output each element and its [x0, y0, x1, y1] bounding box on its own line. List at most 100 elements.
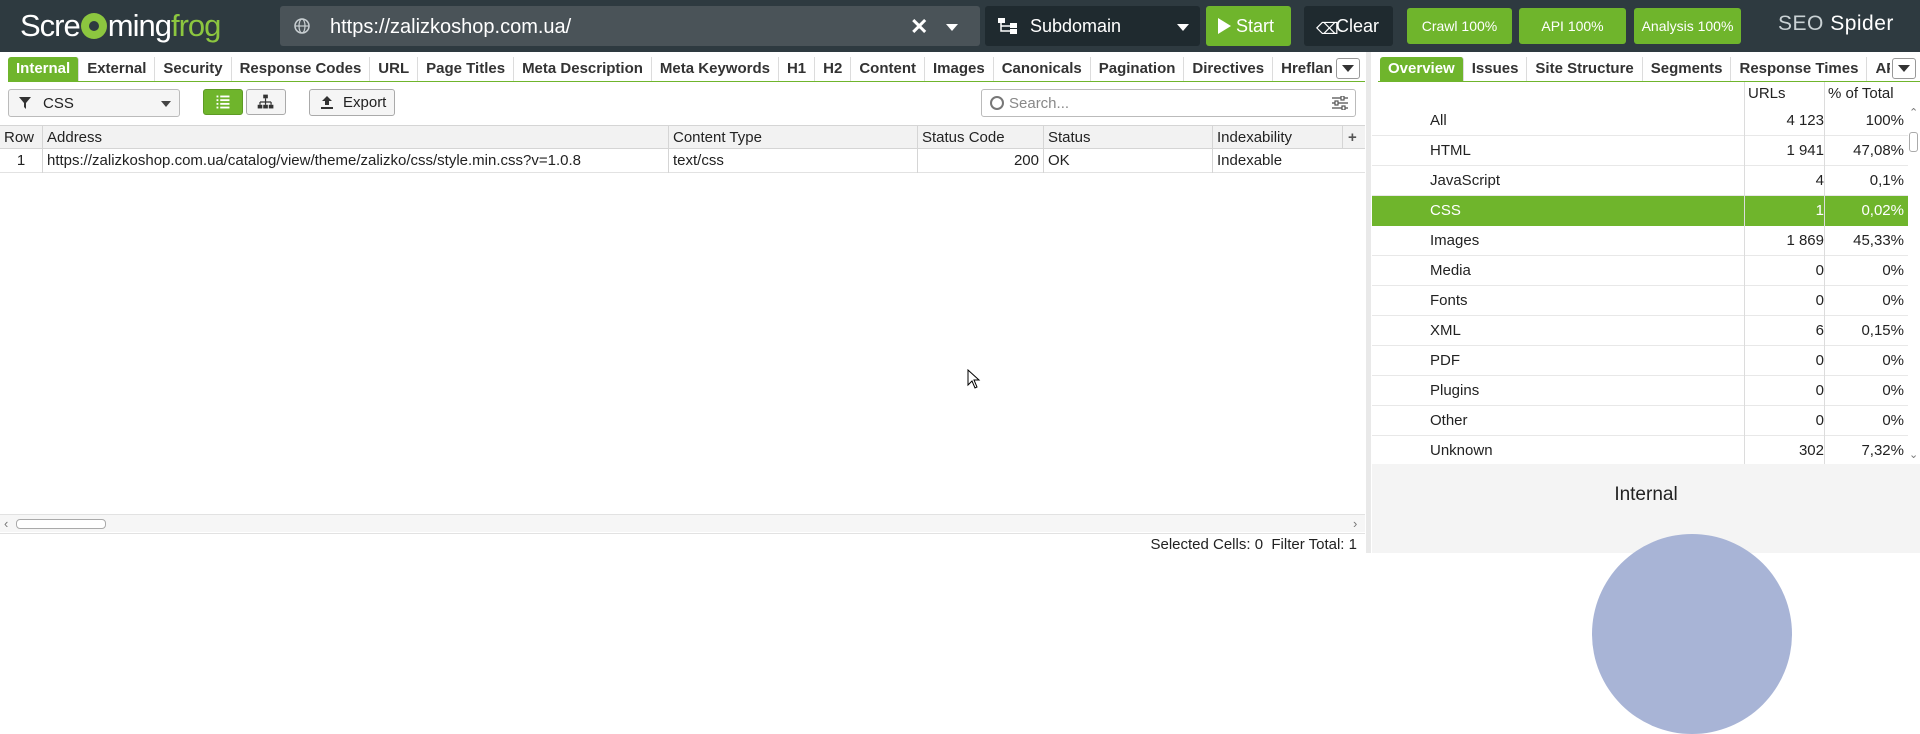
url-history-dropdown-icon[interactable]	[946, 24, 958, 31]
panel-splitter[interactable]	[1366, 52, 1371, 553]
analysis-progress-badge: Analysis 100%	[1634, 8, 1741, 44]
mouse-cursor-icon	[967, 369, 981, 389]
tab-h2[interactable]: H2	[815, 57, 852, 81]
overview-row-urls: 1	[1815, 202, 1824, 219]
search-field[interactable]	[981, 89, 1356, 117]
overview-row-label: Images	[1430, 232, 1480, 249]
funnel-icon	[19, 97, 31, 109]
overview-row-urls: 0	[1815, 412, 1824, 429]
overview-row-label: JavaScript	[1430, 172, 1501, 189]
overview-vertical-scrollbar[interactable]: ⌃ ⌄	[1908, 106, 1920, 462]
overview-row-all[interactable]: All 4 123 100%	[1372, 106, 1908, 136]
list-view-button[interactable]	[203, 89, 243, 115]
tree-icon	[257, 94, 274, 109]
tab-overview[interactable]: Overview	[1380, 57, 1464, 81]
left-tabs-more-button[interactable]	[1336, 58, 1360, 79]
tab-hreflang[interactable]: Hreflang	[1273, 57, 1333, 81]
tab-h1[interactable]: H1	[779, 57, 816, 81]
clear-button[interactable]: ⌫ Clear	[1304, 6, 1393, 46]
crawl-mode-dropdown[interactable]: Subdomain	[985, 6, 1200, 46]
tab-segments[interactable]: Segments	[1643, 57, 1732, 81]
column-header-row[interactable]: Row	[0, 126, 43, 150]
overview-row-images[interactable]: Images 1 869 45,33%	[1372, 226, 1908, 256]
search-input[interactable]	[1009, 93, 1309, 113]
overview-row-percent: 47,08%	[1853, 142, 1904, 159]
scrollbar-thumb[interactable]	[1909, 132, 1918, 152]
scroll-down-icon[interactable]: ⌄	[1909, 448, 1918, 461]
clear-url-icon[interactable]: ✕	[910, 14, 928, 40]
column-header-status-code[interactable]: Status Code	[918, 126, 1044, 150]
overview-row-percent: 0%	[1882, 412, 1904, 429]
overview-row-javascript[interactable]: JavaScript 4 0,1%	[1372, 166, 1908, 196]
overview-row-percent: 7,32%	[1861, 442, 1904, 459]
cell-status-code[interactable]: 200	[918, 149, 1044, 173]
column-header-indexability[interactable]: Indexability	[1213, 126, 1343, 150]
url-input[interactable]: https://zalizkoshop.com.ua/ ✕	[280, 6, 980, 46]
cell-indexability[interactable]: Indexable	[1213, 149, 1365, 173]
tab-issues[interactable]: Issues	[1464, 57, 1528, 81]
overview-chart-area: Internal	[1372, 464, 1920, 734]
overview-row-urls: 0	[1815, 382, 1824, 399]
column-header-urls[interactable]: URLs	[1748, 85, 1786, 102]
tab-content[interactable]: Content	[851, 57, 925, 81]
add-column-icon[interactable]: +	[1348, 129, 1357, 146]
scrollbar-thumb[interactable]	[16, 519, 106, 529]
overview-row-label: PDF	[1430, 352, 1460, 369]
right-tabs-more-button[interactable]	[1892, 58, 1916, 79]
tab-meta-keywords[interactable]: Meta Keywords	[652, 57, 779, 81]
tab-page-titles[interactable]: Page Titles	[418, 57, 515, 81]
tab-internal[interactable]: Internal	[8, 57, 80, 81]
chevron-down-icon	[161, 101, 171, 107]
overview-row-media[interactable]: Media 0 0%	[1372, 256, 1908, 286]
tab-directives[interactable]: Directives	[1184, 57, 1274, 81]
right-tab-bar: Overview Issues Site Structure Segments Resp…	[1380, 57, 1890, 81]
overview-row-percent: 0%	[1882, 262, 1904, 279]
start-button[interactable]: Start	[1206, 6, 1291, 46]
chart-title: Internal	[1614, 484, 1678, 505]
tab-url[interactable]: URL	[370, 57, 419, 81]
overview-row-other[interactable]: Other 0 0%	[1372, 406, 1908, 436]
filter-dropdown[interactable]: CSS	[8, 89, 180, 117]
scroll-left-icon[interactable]: ‹	[4, 516, 8, 531]
overview-row-pdf[interactable]: PDF 0 0%	[1372, 346, 1908, 376]
overview-row-fonts[interactable]: Fonts 0 0%	[1372, 286, 1908, 316]
pie-chart	[1592, 534, 1792, 734]
export-button[interactable]: Export	[309, 89, 395, 116]
overview-row-html[interactable]: HTML 1 941 47,08%	[1372, 136, 1908, 166]
tab-pagination[interactable]: Pagination	[1091, 57, 1185, 81]
crawl-progress-badge: Crawl 100%	[1407, 8, 1512, 44]
tab-meta-description[interactable]: Meta Description	[514, 57, 652, 81]
overview-row-percent: 0%	[1882, 352, 1904, 369]
overview-row-plugins[interactable]: Plugins 0 0%	[1372, 376, 1908, 406]
tab-api[interactable]: API	[1867, 57, 1890, 81]
column-header-percent[interactable]: % of Total	[1828, 85, 1894, 102]
overview-row-css[interactable]: CSS 1 0,02%	[1372, 196, 1908, 226]
cell-content-type[interactable]: text/css	[669, 149, 918, 173]
tab-response-times[interactable]: Response Times	[1731, 57, 1868, 81]
column-header-status[interactable]: Status	[1044, 126, 1213, 150]
cell-row[interactable]: 1	[0, 149, 43, 173]
tab-canonicals[interactable]: Canonicals	[994, 57, 1091, 81]
overview-row-percent: 0,1%	[1869, 172, 1904, 189]
tab-external[interactable]: External	[79, 57, 156, 81]
advanced-search-icon[interactable]	[1332, 96, 1348, 110]
tab-site-structure[interactable]: Site Structure	[1527, 57, 1643, 81]
chevron-down-icon	[1177, 24, 1189, 31]
table-row[interactable]: 1 https://zalizkoshop.com.ua/catalog/vie…	[0, 149, 1365, 173]
url-text[interactable]: https://zalizkoshop.com.ua/	[330, 16, 571, 39]
overview-row-unknown[interactable]: Unknown 302 7,32%	[1372, 436, 1908, 466]
column-header-content-type[interactable]: Content Type	[669, 126, 918, 150]
horizontal-scrollbar[interactable]: ‹ ›	[0, 514, 1365, 532]
column-header-address[interactable]: Address	[43, 126, 669, 150]
cell-status[interactable]: OK	[1044, 149, 1213, 173]
tab-security[interactable]: Security	[155, 57, 232, 81]
overview-row-xml[interactable]: XML 6 0,15%	[1372, 316, 1908, 346]
screaming-frog-logo: Scre mingfrog	[20, 8, 221, 43]
tab-images[interactable]: Images	[925, 57, 994, 81]
tab-response-codes[interactable]: Response Codes	[232, 57, 371, 81]
grid-status-bar: Selected Cells: 0 Filter Total: 1	[0, 533, 1365, 553]
cell-address[interactable]: https://zalizkoshop.com.ua/catalog/view/…	[43, 149, 669, 173]
scroll-right-icon[interactable]: ›	[1353, 516, 1357, 531]
scroll-up-icon[interactable]: ⌃	[1909, 106, 1918, 119]
tree-view-button[interactable]	[246, 89, 286, 115]
